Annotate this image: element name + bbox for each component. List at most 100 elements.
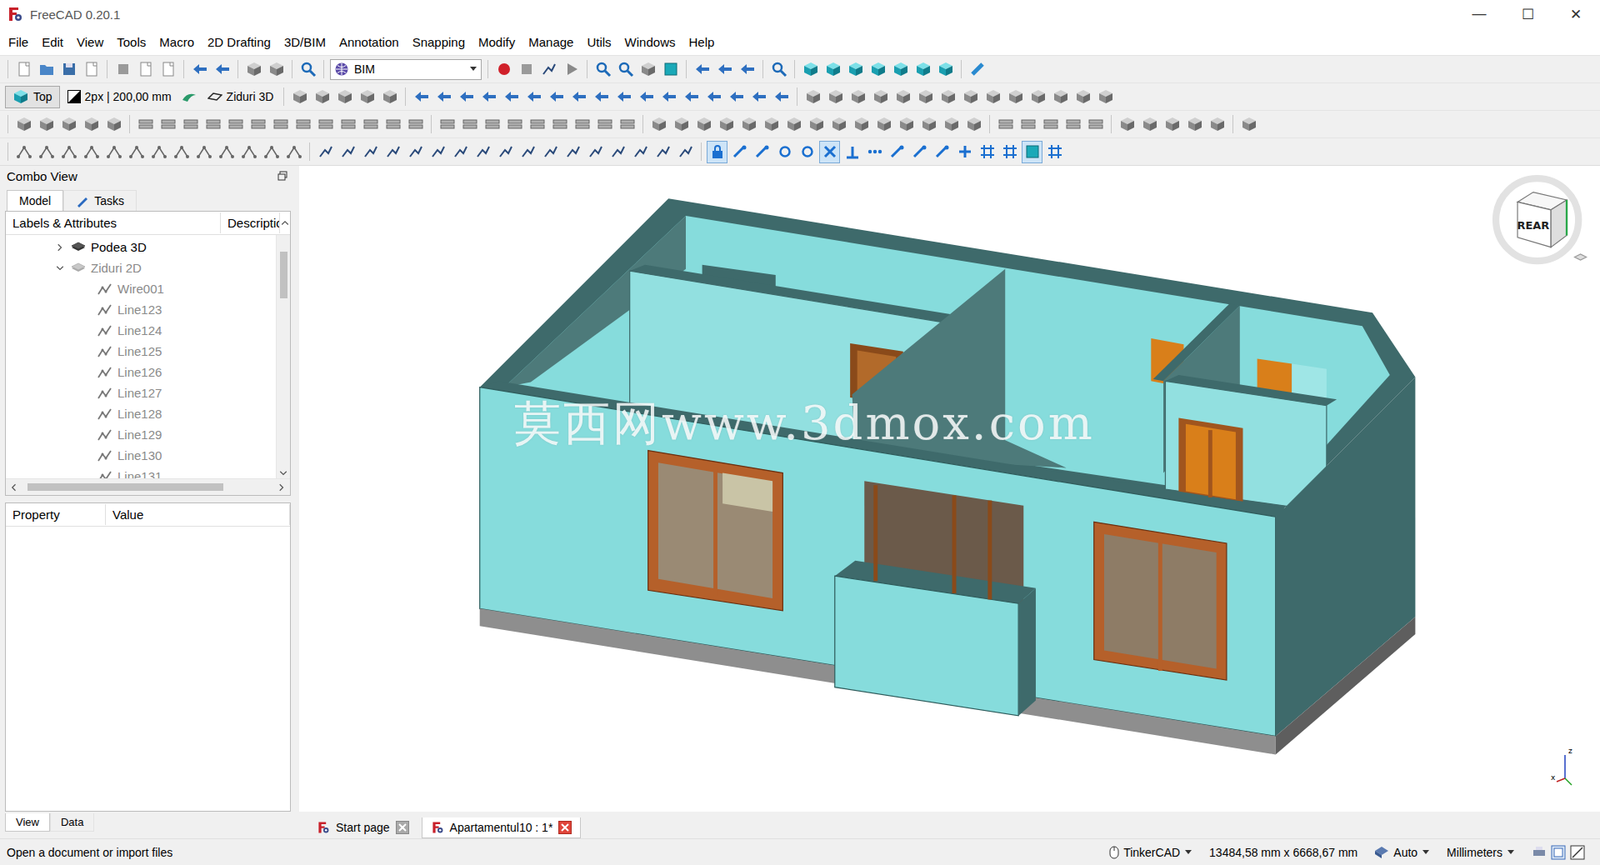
working-plane-button[interactable]: Ziduri 3D <box>200 85 282 109</box>
snap-button[interactable] <box>931 140 953 164</box>
tool-button[interactable] <box>822 58 844 81</box>
snap-button[interactable] <box>751 140 773 164</box>
tool-button[interactable] <box>693 113 715 136</box>
tool-button[interactable] <box>135 58 156 81</box>
tool-button[interactable] <box>292 113 314 136</box>
tree-item[interactable]: Ziduri 2D <box>5 257 276 279</box>
tool-button[interactable] <box>1116 113 1138 136</box>
tool-button[interactable] <box>770 85 792 109</box>
snap-button[interactable] <box>954 140 975 164</box>
close-tab-icon[interactable] <box>395 820 410 835</box>
tool-button[interactable] <box>615 58 636 81</box>
window-mode-icon[interactable] <box>1550 845 1566 860</box>
tool-button[interactable] <box>382 113 404 136</box>
property-tab[interactable]: View <box>5 813 50 832</box>
menu-item[interactable]: Windows <box>618 31 683 53</box>
view-button[interactable]: Top <box>5 85 60 109</box>
tool-button[interactable] <box>478 85 500 109</box>
tool-button[interactable] <box>658 85 680 109</box>
tree-item[interactable]: Line126 <box>5 361 276 383</box>
tool-button[interactable] <box>379 85 400 109</box>
tool-button[interactable] <box>80 113 102 136</box>
tool-button[interactable] <box>870 85 891 109</box>
tool-button[interactable] <box>1139 113 1160 136</box>
tool-button[interactable] <box>337 113 359 136</box>
snap-button[interactable] <box>1021 140 1043 164</box>
tool-button[interactable] <box>850 113 872 136</box>
tool-button[interactable] <box>738 113 760 136</box>
menu-item[interactable]: 3D/BIM <box>277 31 333 53</box>
menu-item[interactable]: View <box>70 31 110 53</box>
tool-button[interactable] <box>912 58 934 81</box>
tool-button[interactable] <box>148 140 170 164</box>
snap-button[interactable] <box>1044 140 1065 164</box>
snap-button[interactable] <box>706 140 728 164</box>
menu-item[interactable]: Modify <box>471 31 522 53</box>
window-control[interactable]: — <box>1455 5 1504 23</box>
tool-button[interactable] <box>157 58 179 81</box>
tool-button[interactable] <box>960 85 981 109</box>
tool-button[interactable] <box>260 140 282 164</box>
tool-button[interactable] <box>635 85 657 109</box>
tool-button[interactable] <box>297 58 319 81</box>
tool-button[interactable] <box>265 58 287 81</box>
tool-button[interactable] <box>890 58 911 81</box>
tool-button[interactable] <box>58 113 80 136</box>
tool-button[interactable] <box>315 140 336 164</box>
tool-button[interactable] <box>736 58 758 81</box>
tool-button[interactable] <box>337 140 359 164</box>
tool-button[interactable] <box>895 113 917 136</box>
tool-button[interactable] <box>193 140 215 164</box>
tool-button[interactable] <box>768 58 790 81</box>
workbench-select[interactable]: BIM <box>330 59 482 80</box>
snap-button[interactable] <box>796 140 818 164</box>
snap-button[interactable] <box>864 140 885 164</box>
tree-column-header[interactable]: Descriptio <box>220 212 280 234</box>
snap-button[interactable] <box>729 140 750 164</box>
tool-button[interactable] <box>360 140 381 164</box>
tool-button[interactable] <box>725 85 747 109</box>
tool-button[interactable] <box>472 140 494 164</box>
tree-item[interactable]: Podea 3D <box>5 236 276 258</box>
menu-item[interactable]: Utils <box>580 31 618 53</box>
menu-item[interactable]: Edit <box>35 31 70 53</box>
tool-button[interactable] <box>915 85 936 109</box>
tool-button[interactable] <box>825 85 846 109</box>
tool-button[interactable] <box>356 85 378 109</box>
tool-button[interactable] <box>592 58 614 81</box>
tool-button[interactable] <box>433 85 455 109</box>
tool-button[interactable] <box>562 140 584 164</box>
tool-button[interactable] <box>1072 85 1094 109</box>
tool-button[interactable] <box>585 140 606 164</box>
tool-button[interactable] <box>940 113 962 136</box>
menu-item[interactable]: Manage <box>521 31 580 53</box>
undock-icon[interactable] <box>277 170 288 181</box>
tool-button[interactable] <box>35 58 57 81</box>
tool-button[interactable] <box>935 58 956 81</box>
tool-button[interactable] <box>202 113 224 136</box>
tool-button[interactable] <box>963 113 985 136</box>
tool-button[interactable] <box>103 113 125 136</box>
tool-button[interactable] <box>892 85 914 109</box>
tool-button[interactable] <box>13 58 35 81</box>
tool-button[interactable] <box>80 58 102 81</box>
tool-button[interactable] <box>748 85 770 109</box>
tool-button[interactable] <box>289 85 310 109</box>
auto-group-button[interactable] <box>179 85 200 109</box>
tool-button[interactable] <box>568 85 590 109</box>
tool-button[interactable] <box>481 113 503 136</box>
tool-button[interactable] <box>783 113 805 136</box>
tool-button[interactable] <box>315 113 336 136</box>
tree-item[interactable]: Line123 <box>5 299 276 320</box>
tree-item[interactable]: Line129 <box>5 424 276 445</box>
tool-button[interactable] <box>215 140 237 164</box>
printer-icon[interactable] <box>1531 845 1547 860</box>
tool-button[interactable] <box>607 140 629 164</box>
tree-item[interactable]: Line130 <box>5 445 276 466</box>
tool-button[interactable] <box>459 113 480 136</box>
tool-button[interactable] <box>1238 113 1260 136</box>
tree-item[interactable]: Line127 <box>5 382 276 404</box>
tool-button[interactable] <box>247 113 269 136</box>
menu-item[interactable]: File <box>1 31 35 53</box>
tool-button[interactable] <box>243 58 265 81</box>
